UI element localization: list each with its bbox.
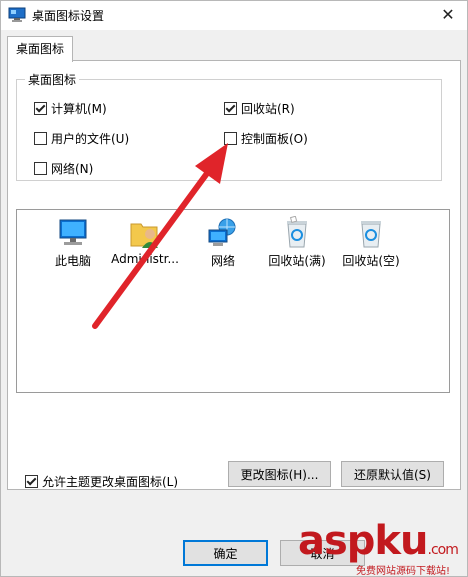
checkbox-box[interactable]: [224, 101, 237, 115]
checkbox-box[interactable]: [34, 101, 47, 115]
list-item-network[interactable]: 网络: [187, 216, 259, 269]
list-item-this-pc[interactable]: 此电脑: [37, 216, 109, 269]
close-icon: ✕: [441, 5, 455, 24]
list-item-label: 网络: [210, 254, 235, 268]
recycle-bin-empty-icon: [361, 221, 381, 248]
restore-default-button[interactable]: 还原默认值(S): [341, 461, 444, 487]
list-item-label: Administr...: [111, 252, 179, 266]
checkbox-recycle-bin[interactable]: 回收站(R): [224, 100, 295, 116]
groupbox-title: 桌面图标: [25, 71, 80, 88]
recycle-bin-full-icon: [287, 216, 307, 248]
checkbox-computer[interactable]: 计算机(M): [34, 100, 107, 116]
checkbox-label: 用户的文件(U): [51, 131, 130, 146]
list-item-recycle-bin-empty[interactable]: 回收站(空): [335, 216, 407, 269]
checkbox-network[interactable]: 网络(N): [34, 160, 93, 176]
list-item-label: 此电脑: [54, 254, 91, 268]
change-icon-button[interactable]: 更改图标(H)...: [228, 461, 331, 487]
checkbox-user-files[interactable]: 用户的文件(U): [34, 130, 129, 146]
list-item-label: 回收站(空): [342, 254, 400, 268]
checkbox-label: 网络(N): [51, 161, 94, 176]
checkbox-label: 控制面板(O): [241, 131, 308, 146]
cancel-button[interactable]: 取消: [280, 540, 365, 566]
list-item-recycle-bin-full[interactable]: 回收站(满): [261, 216, 333, 269]
checkbox-label: 计算机(M): [51, 101, 107, 116]
window-title: 桌面图标设置: [32, 9, 105, 23]
desktop-icons-groupbox: 桌面图标 计算机(M) 回收站(R) 用户的文件(U) 控制面板(O) 网络(N…: [16, 71, 442, 181]
list-item-administrator[interactable]: Administr...: [109, 216, 181, 266]
checkbox-allow-themes[interactable]: 允许主题更改桌面图标(L): [25, 473, 178, 489]
dialog-client-area: 桌面图标 桌面图标 计算机(M) 回收站(R) 用户的文件(U) 控制面板(O): [0, 30, 468, 577]
checkbox-control-panel[interactable]: 控制面板(O): [224, 130, 308, 146]
ok-button[interactable]: 确定: [183, 540, 268, 566]
icon-listview[interactable]: 此电脑 Administr... 网络 回收站(满) 回收站(空): [16, 209, 450, 393]
desktop-settings-icon: [8, 7, 26, 22]
checkbox-box[interactable]: [224, 131, 237, 145]
tab-panel: 桌面图标 计算机(M) 回收站(R) 用户的文件(U) 控制面板(O) 网络(N…: [7, 60, 461, 490]
network-icon: [208, 218, 236, 246]
title-bar: 桌面图标设置 ✕: [0, 0, 468, 30]
close-button[interactable]: ✕: [436, 3, 460, 27]
tab-desktop-icons[interactable]: 桌面图标: [7, 36, 73, 62]
checkbox-box[interactable]: [34, 161, 47, 175]
checkbox-label: 回收站(R): [241, 101, 295, 116]
checkbox-box[interactable]: [25, 474, 38, 488]
checkbox-box[interactable]: [34, 131, 47, 145]
computer-icon: [59, 219, 87, 245]
user-folder-icon: [130, 223, 158, 248]
checkbox-label: 允许主题更改桌面图标(L): [42, 474, 179, 489]
list-item-label: 回收站(满): [268, 254, 326, 268]
